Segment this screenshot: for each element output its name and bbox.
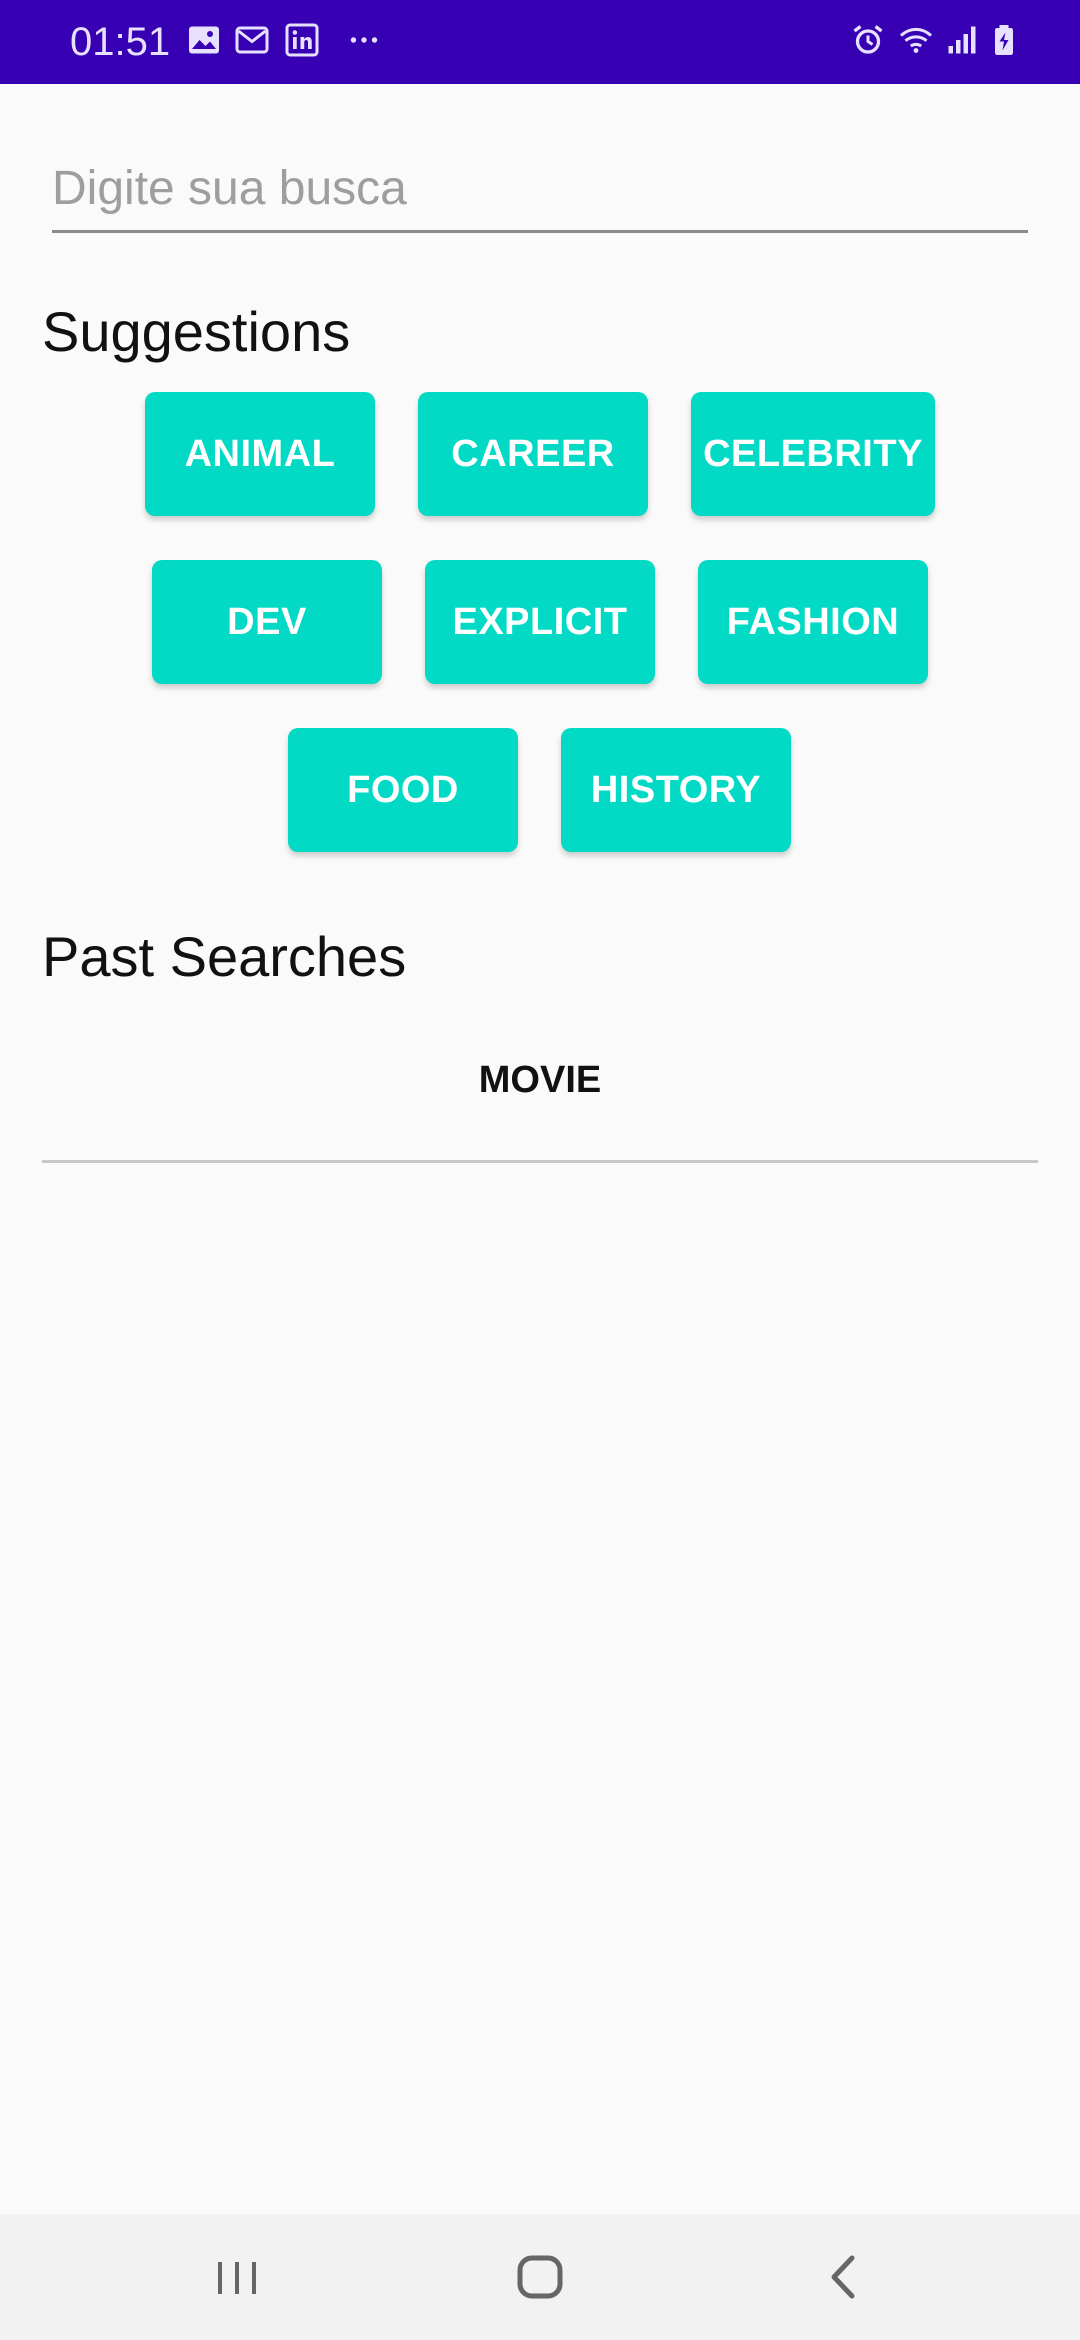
linkedin-icon [284,22,320,58]
chip-celebrity[interactable]: CELEBRITY [691,392,935,516]
wifi-icon [898,22,934,58]
chip-dev[interactable]: DEV [152,560,382,684]
chip-career[interactable]: CAREER [418,392,648,516]
past-search-item[interactable]: MOVIE [42,1030,1038,1130]
divider [42,1160,1038,1163]
navigation-bar [0,2214,1080,2340]
chip-fashion[interactable]: FASHION [698,560,928,684]
more-icon [346,22,382,58]
status-time: 01:51 [70,20,171,64]
chip-animal[interactable]: ANIMAL [145,392,375,516]
chip-food[interactable]: FOOD [288,728,518,852]
recents-icon[interactable] [192,2232,282,2322]
home-icon[interactable] [495,2232,585,2322]
image-icon [186,22,222,58]
battery-charging-icon [986,22,1022,58]
suggestions-title: Suggestions [42,300,351,363]
chip-explicit[interactable]: EXPLICIT [425,560,655,684]
alarm-icon [850,22,886,58]
gmail-icon [234,22,270,58]
past-searches-title: Past Searches [42,925,407,988]
back-icon[interactable] [798,2232,888,2322]
chip-history[interactable]: HISTORY [561,728,791,852]
status-bar: 01:51 [0,0,1080,84]
search-field[interactable] [52,150,1028,233]
signal-icon [944,22,980,58]
search-input[interactable] [52,150,1028,226]
